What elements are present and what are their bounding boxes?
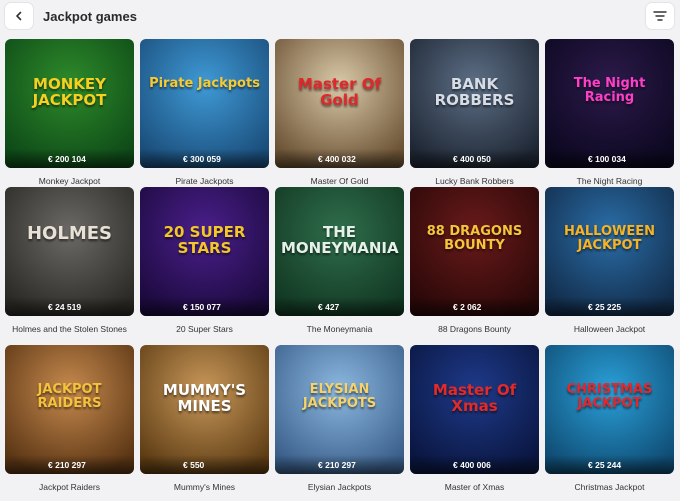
game-tile[interactable]: Master Of Gold € 400 032 Master Of Gold [275,39,404,187]
game-name[interactable]: The Night Racing [545,176,674,186]
game-tile[interactable]: JACKPOT RAIDERS € 210 297 Jackpot Raiders [5,345,134,493]
game-name[interactable]: Halloween Jackpot [545,324,674,334]
game-name[interactable]: Mummy's Mines [140,482,269,492]
game-thumbnail[interactable]: CHRISTMAS JACKPOT € 25 244 [545,345,674,474]
game-tile[interactable]: BANK ROBBERS € 400 050 Lucky Bank Robbers [410,39,539,187]
jackpot-amount: € 25 225 [545,297,674,316]
game-name[interactable]: 20 Super Stars [140,324,269,334]
game-name[interactable]: The Moneymania [275,324,404,334]
game-thumbnail[interactable]: 20 SUPER STARS € 150 077 [140,187,269,316]
game-name[interactable]: Monkey Jackpot [5,176,134,186]
jackpot-amount: € 400 006 [410,455,539,474]
jackpot-amount: € 100 034 [545,149,674,168]
game-tile[interactable]: MUMMY'S MINES € 550 Mummy's Mines [140,345,269,493]
game-thumbnail[interactable]: The Night Racing € 100 034 [545,39,674,168]
back-button[interactable] [5,3,33,29]
jackpot-amount: € 200 104 [5,149,134,168]
game-thumbnail[interactable]: JACKPOT RAIDERS € 210 297 [5,345,134,474]
game-thumbnail[interactable]: 88 DRAGONS BOUNTY € 2 062 [410,187,539,316]
game-tile[interactable]: HOLMES € 24 519 Holmes and the Stolen Ston… [5,187,134,345]
game-logo: BANK ROBBERS [434,75,515,109]
chevron-left-icon [16,11,22,21]
game-logo: Master Of Xmas [432,381,517,415]
jackpot-amount: € 24 519 [5,297,134,316]
game-name[interactable]: Lucky Bank Robbers [410,176,539,186]
game-logo: Master Of Gold [297,75,382,109]
game-logo: MUMMY'S MINES [162,381,247,415]
game-name[interactable]: Holmes and the Stolen Stones [5,324,134,334]
game-tile[interactable]: 88 DRAGONS BOUNTY € 2 062 88 Dragons Bount… [410,187,539,345]
game-thumbnail[interactable]: Master Of Xmas € 400 006 [410,345,539,474]
jackpot-amount: € 210 297 [5,455,134,474]
game-thumbnail[interactable]: HALLOWEEN JACKPOT € 25 225 [545,187,674,316]
game-logo: CHRISTMAS JACKPOT [566,382,653,411]
game-logo: Pirate Jackpots [149,76,260,91]
game-tile[interactable]: The Night Racing € 100 034 The Night Racin… [545,39,674,187]
game-logo: HALLOWEEN JACKPOT [563,224,656,253]
game-name[interactable]: Elysian Jackpots [275,482,404,492]
game-name[interactable]: Master of Xmas [410,482,539,492]
jackpot-amount: € 25 244 [545,455,674,474]
game-thumbnail[interactable]: BANK ROBBERS € 400 050 [410,39,539,168]
game-name[interactable]: Pirate Jackpots [140,176,269,186]
game-tile[interactable]: HALLOWEEN JACKPOT € 25 225 Halloween Jackp… [545,187,674,345]
game-logo: 20 SUPER STARS [163,223,246,257]
game-thumbnail[interactable]: MUMMY'S MINES € 550 [140,345,269,474]
game-thumbnail[interactable]: Pirate Jackpots € 300 059 [140,39,269,168]
jackpot-amount: € 300 059 [140,149,269,168]
jackpot-amount: € 550 [140,455,269,474]
game-thumbnail[interactable]: ELYSIAN JACKPOTS € 210 297 [275,345,404,474]
filter-button[interactable] [646,3,674,29]
game-tile[interactable]: ELYSIAN JACKPOTS € 210 297 Elysian Jackpot… [275,345,404,493]
game-tile[interactable]: THE MONEYMANIA € 427 The Moneymania [275,187,404,345]
game-logo: MONKEY JACKPOT [32,75,107,109]
jackpot-amount: € 427 [275,297,404,316]
game-name[interactable]: Christmas Jackpot [545,482,674,492]
game-thumbnail[interactable]: MONKEY JACKPOT € 200 104 [5,39,134,168]
game-name[interactable]: Jackpot Raiders [5,482,134,492]
jackpot-amount: € 400 032 [275,149,404,168]
game-tile[interactable]: Master Of Xmas € 400 006 Master of Xmas [410,345,539,493]
games-grid: MONKEY JACKPOT € 200 104 Monkey Jackpot Pir… [5,39,674,493]
jackpot-amount: € 2 062 [410,297,539,316]
game-tile[interactable]: MONKEY JACKPOT € 200 104 Monkey Jackpot [5,39,134,187]
jackpot-amount: € 210 297 [275,455,404,474]
jackpot-amount: € 400 050 [410,149,539,168]
game-tile[interactable]: CHRISTMAS JACKPOT € 25 244 Christmas Jackp… [545,345,674,493]
game-thumbnail[interactable]: Master Of Gold € 400 032 [275,39,404,168]
filter-lines-icon [653,11,667,21]
game-name[interactable]: 88 Dragons Bounty [410,324,539,334]
game-tile[interactable]: 20 SUPER STARS € 150 077 20 Super Stars [140,187,269,345]
game-logo: The Night Racing [573,76,646,105]
game-thumbnail[interactable]: HOLMES € 24 519 [5,187,134,316]
game-logo: JACKPOT RAIDERS [37,382,102,411]
jackpot-amount: € 150 077 [140,297,269,316]
page-title: Jackpot games [43,9,137,24]
game-logo: THE MONEYMANIA [281,223,399,257]
game-tile[interactable]: Pirate Jackpots € 300 059 Pirate Jackpots [140,39,269,187]
game-logo: ELYSIAN JACKPOTS [302,382,377,411]
top-bar: Jackpot games [0,0,680,34]
game-logo: 88 DRAGONS BOUNTY [426,224,523,253]
game-logo: HOLMES [26,223,112,244]
game-thumbnail[interactable]: THE MONEYMANIA € 427 [275,187,404,316]
game-name[interactable]: Master Of Gold [275,176,404,186]
